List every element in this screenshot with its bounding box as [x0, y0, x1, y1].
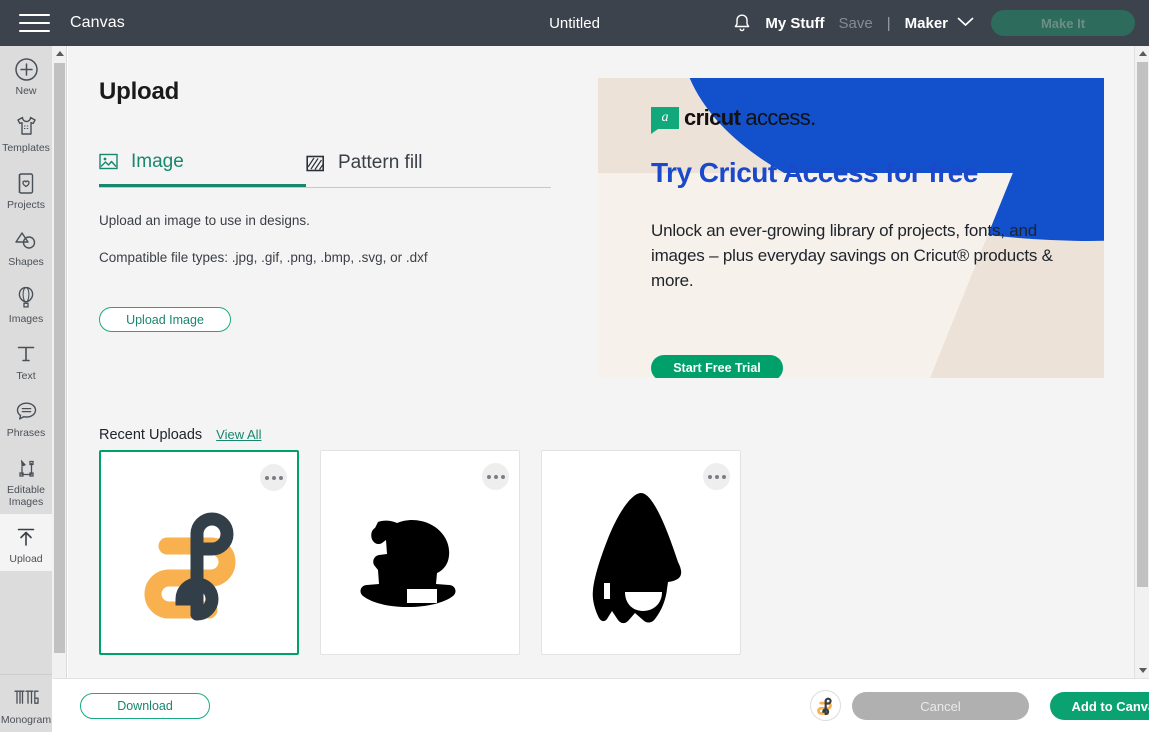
- sidebar-monogram-inner[interactable]: Monogram: [0, 681, 52, 732]
- view-all-link[interactable]: View All: [216, 427, 261, 442]
- app-root: Canvas Untitled My Stuff Save | Maker Ma…: [0, 0, 1149, 732]
- sidebar-item-upload[interactable]: Upload: [0, 514, 52, 571]
- cricut-access-promo[interactable]: a cricut access. Try Cricut Access for f…: [598, 78, 1104, 378]
- tab-pattern-fill-label: Pattern fill: [338, 152, 423, 173]
- sidebar-item-label: Text: [16, 370, 36, 382]
- panel-scrollbar[interactable]: [1134, 46, 1149, 678]
- sidebar-item-label: Images: [8, 313, 44, 325]
- upload-description: Upload an image to use in designs.: [99, 213, 310, 228]
- sidebar-item-label: Monogram: [0, 714, 52, 726]
- tab-image[interactable]: Image: [99, 139, 306, 187]
- tab-image-label: Image: [131, 150, 184, 172]
- machine-selector-label[interactable]: Maker: [905, 15, 948, 32]
- download-button[interactable]: Download: [80, 693, 210, 719]
- top-bar: Canvas Untitled My Stuff Save | Maker Ma…: [0, 0, 1149, 46]
- card-artwork-rocking-horse: [321, 473, 519, 653]
- toolbar-divider: |: [886, 14, 891, 32]
- notification-bell-icon[interactable]: [729, 10, 755, 36]
- scroll-down-arrow-icon[interactable]: [1135, 663, 1149, 678]
- sidebar-item-monogram[interactable]: Monogram: [0, 674, 52, 732]
- sidebar-item-phrases[interactable]: Phrases: [0, 388, 52, 445]
- promo-body-text: Unlock an ever-growing library of projec…: [651, 221, 1053, 290]
- promo-content: a cricut access. Try Cricut Access for f…: [598, 78, 1104, 378]
- card-artwork-infinity-knot: [101, 474, 297, 653]
- sidebar-item-label: Projects: [7, 199, 45, 211]
- upload-card[interactable]: [99, 450, 299, 655]
- chevron-down-icon[interactable]: [957, 14, 974, 32]
- cricut-logo-mark: a: [651, 107, 679, 134]
- sidebar-item-label: Templates: [2, 142, 50, 154]
- tshirt-icon: [14, 113, 39, 139]
- upload-arrow-icon: [14, 524, 38, 550]
- start-free-trial-button[interactable]: Start Free Trial: [651, 355, 783, 378]
- editable-nodes-icon: [14, 455, 39, 481]
- card-heart-icon: [15, 170, 37, 196]
- sidebar-scrollbar-thumb[interactable]: [54, 63, 65, 653]
- promo-heading: Try Cricut Access for free: [651, 157, 978, 188]
- my-stuff-button[interactable]: My Stuff: [765, 15, 824, 32]
- sidebar-item-projects[interactable]: Projects: [0, 160, 52, 217]
- save-button[interactable]: Save: [839, 15, 873, 32]
- card-artwork-gnome: [542, 473, 740, 653]
- add-to-canvas-button[interactable]: Add to Canvas: [1050, 692, 1149, 720]
- selected-image-thumbnail[interactable]: [810, 690, 841, 721]
- upload-card[interactable]: [320, 450, 520, 655]
- file-types-text: Compatible file types: .jpg, .gif, .png,…: [99, 250, 428, 265]
- sidebar-item-editable-images[interactable]: Editable Images: [0, 445, 52, 514]
- scroll-up-arrow-icon[interactable]: [1135, 46, 1149, 61]
- upload-tabs: Image Pattern fill: [99, 140, 551, 188]
- upload-panel: Upload Image Pattern fill Upload an imag…: [68, 46, 1134, 678]
- text-t-icon: [15, 341, 37, 367]
- brand-name-bold: cricut: [684, 105, 741, 130]
- hot-air-balloon-icon: [15, 284, 37, 310]
- sidebar-item-label: Phrases: [6, 427, 46, 439]
- sidebar-item-text[interactable]: Text: [0, 331, 52, 388]
- shapes-icon: [13, 227, 40, 253]
- tab-pattern-fill[interactable]: Pattern fill: [306, 139, 551, 187]
- speech-bubble-icon: [14, 398, 39, 424]
- sidebar-item-label: Upload: [9, 553, 43, 565]
- bottom-action-bar: Download Cancel Add to Canvas: [53, 678, 1149, 732]
- top-bar-right: My Stuff Save | Maker Make It: [729, 0, 1135, 46]
- sidebar-item-label: New: [15, 85, 37, 97]
- cricut-access-logo: a cricut access.: [651, 105, 816, 134]
- recent-uploads-title: Recent Uploads: [99, 427, 203, 443]
- upload-card[interactable]: [541, 450, 741, 655]
- recent-uploads-header: Recent Uploads View All: [99, 427, 261, 443]
- left-sidebar: New Templates Projects Shapes Images Tex…: [0, 46, 52, 732]
- sidebar-item-label: Editable Images: [7, 484, 45, 508]
- sidebar-item-templates[interactable]: Templates: [0, 103, 52, 160]
- panel-scrollbar-thumb[interactable]: [1137, 62, 1148, 587]
- brand-name-light: access.: [745, 105, 816, 130]
- sidebar-item-new[interactable]: New: [0, 46, 52, 103]
- picture-icon: [99, 152, 118, 171]
- scroll-up-arrow-icon[interactable]: [52, 46, 67, 61]
- make-it-button[interactable]: Make It: [991, 10, 1135, 36]
- upload-image-button[interactable]: Upload Image: [99, 307, 231, 332]
- cancel-button[interactable]: Cancel: [852, 692, 1029, 720]
- panel-heading: Upload: [99, 78, 180, 105]
- sidebar-item-shapes[interactable]: Shapes: [0, 217, 52, 274]
- pattern-swatch-icon: [306, 154, 325, 173]
- sidebar-item-images[interactable]: Images: [0, 274, 52, 331]
- plus-circle-icon: [14, 56, 39, 82]
- sidebar-scrollbar[interactable]: [52, 46, 67, 732]
- recent-uploads-grid: [99, 450, 741, 655]
- sidebar-item-label: Shapes: [8, 256, 44, 268]
- monogram-icon: [13, 685, 40, 711]
